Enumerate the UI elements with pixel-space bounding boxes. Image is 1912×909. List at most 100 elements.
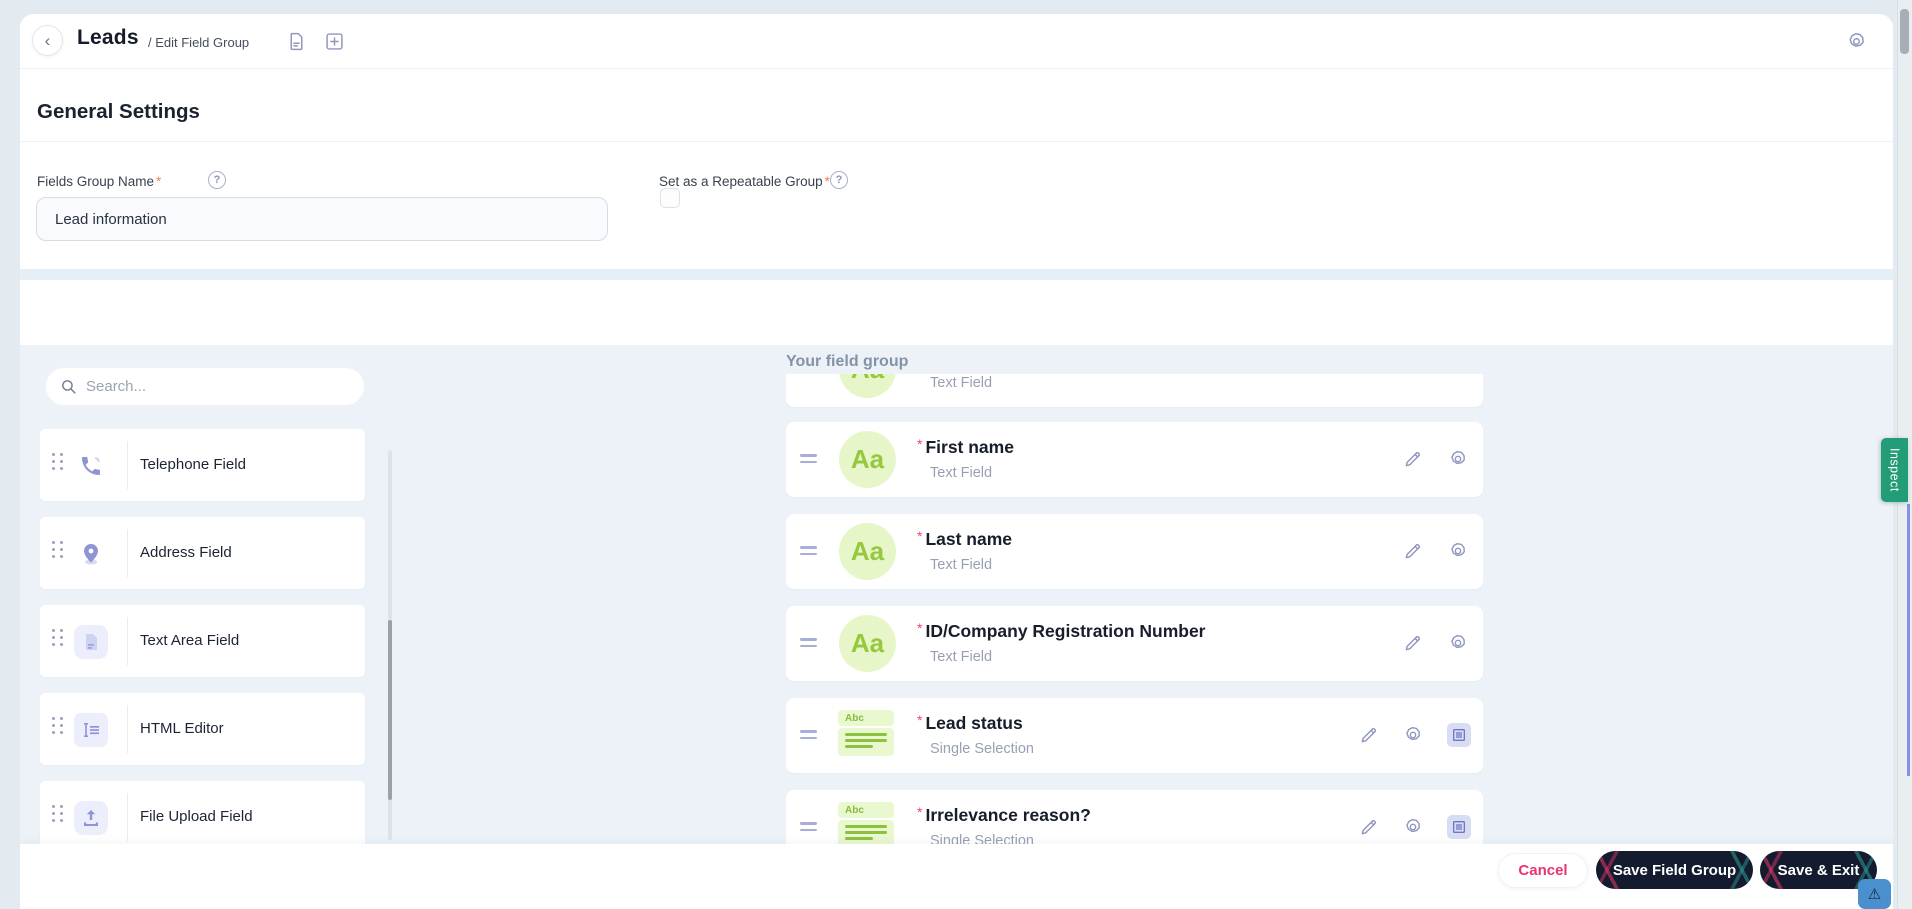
field-row-partial[interactable]: Aa Text Field <box>786 374 1483 407</box>
field-row-first-name[interactable]: Aa * First name Text Field <box>786 422 1483 497</box>
inspect-tab[interactable]: Inspect <box>1881 438 1908 502</box>
text-area-icon <box>72 623 110 661</box>
palette-item-telephone[interactable]: Telephone Field <box>40 429 365 501</box>
field-row-id-company[interactable]: Aa * ID/Company Registration Number Text … <box>786 606 1483 681</box>
drag-handle-icon[interactable] <box>800 454 817 467</box>
main-card: ‹ Leads / Edit Field Group General Setti… <box>20 14 1893 909</box>
divider <box>127 617 128 665</box>
field-type: Text Field <box>930 465 993 481</box>
field-row-lead-status[interactable]: Abc * Lead status Single Selection <box>786 698 1483 773</box>
gear-icon[interactable] <box>1846 31 1867 52</box>
drag-handle-icon[interactable] <box>800 546 817 559</box>
required-marker: * <box>824 174 830 189</box>
help-icon[interactable]: ? <box>830 171 848 189</box>
telephone-icon <box>72 447 110 485</box>
accessibility-warning-button[interactable]: ⚠ <box>1858 879 1891 909</box>
divider <box>127 705 128 753</box>
field-title: Last name <box>925 529 1013 549</box>
field-row-irrelevance-reason[interactable]: Abc * Irrelevance reason? Single Selectio… <box>786 790 1483 844</box>
palette-item-file-upload[interactable]: File Upload Field <box>40 781 365 853</box>
field-title: Lead status <box>925 713 1023 733</box>
section-gap <box>20 269 1893 280</box>
drag-handle-icon[interactable] <box>800 822 817 835</box>
document-icon[interactable] <box>286 31 307 52</box>
required-marker: * <box>156 174 162 189</box>
drag-handle-icon[interactable] <box>800 730 817 743</box>
palette-item-textarea[interactable]: Text Area Field <box>40 605 365 677</box>
warning-icon: ⚠ <box>1867 886 1882 903</box>
field-type: Text Field <box>930 375 993 391</box>
plus-square-icon[interactable] <box>324 31 345 52</box>
chevron-left-icon: ‹ <box>44 30 51 50</box>
field-type: Text Field <box>930 649 993 665</box>
search-icon <box>62 380 76 394</box>
palette-item-label: File Upload Field <box>140 808 253 825</box>
required-marker: * <box>917 620 923 636</box>
edit-pencil-icon[interactable] <box>1403 449 1423 469</box>
settings-gear-icon[interactable] <box>1403 817 1423 837</box>
field-title: Irrelevance reason? <box>925 805 1091 825</box>
drag-handle-icon[interactable] <box>800 638 817 651</box>
text-field-badge: Aa <box>839 431 896 488</box>
group-panel-title: Your field group <box>786 353 909 370</box>
drag-handle-icon[interactable] <box>52 541 63 558</box>
fields-group-name-input[interactable] <box>36 197 608 241</box>
palette-item-label: Telephone Field <box>140 456 246 473</box>
required-marker: * <box>917 528 923 544</box>
required-marker: * <box>917 712 923 728</box>
palette-item-html-editor[interactable]: HTML Editor <box>40 693 365 765</box>
settings-gear-icon[interactable] <box>1448 633 1468 653</box>
text-field-badge: Aa <box>839 615 896 672</box>
drag-handle-icon[interactable] <box>52 717 63 734</box>
footer-bar: Cancel Save Field Group Save & Exit ⚠ <box>20 844 1893 909</box>
edit-pencil-icon[interactable] <box>1359 817 1379 837</box>
field-type: Single Selection <box>930 741 1034 757</box>
help-icon[interactable]: ? <box>208 171 226 189</box>
drag-handle-icon[interactable] <box>52 453 63 470</box>
divider <box>127 529 128 577</box>
field-title: ID/Company Registration Number <box>925 621 1206 641</box>
palette-item-label: Text Area Field <box>140 632 240 649</box>
divider <box>127 441 128 489</box>
palette-item-label: Address Field <box>140 544 232 561</box>
file-upload-icon <box>72 799 110 837</box>
edit-pencil-icon[interactable] <box>1403 541 1423 561</box>
single-selection-badge: Abc <box>838 710 894 762</box>
field-type: Single Selection <box>930 833 1034 844</box>
required-marker: * <box>917 436 923 452</box>
repeatable-group-checkbox[interactable] <box>660 188 680 208</box>
field-title: First name <box>925 437 1014 457</box>
drag-handle-icon[interactable] <box>52 629 63 646</box>
divider <box>20 141 1893 142</box>
text-field-badge: Aa <box>839 374 896 398</box>
fields-section-bar: Fields <box>20 280 1893 589</box>
save-field-group-button[interactable]: Save Field Group <box>1596 851 1753 889</box>
single-selection-badge: Abc <box>838 802 894 844</box>
search-input[interactable] <box>86 378 336 395</box>
settings-gear-icon[interactable] <box>1448 541 1468 561</box>
field-row-last-name[interactable]: Aa * Last name Text Field <box>786 514 1483 589</box>
header: ‹ Leads / Edit Field Group <box>20 14 1893 69</box>
palette-scrollbar-thumb[interactable] <box>388 620 392 800</box>
page-title: Leads <box>77 26 139 49</box>
palette-item-label: HTML Editor <box>140 720 224 737</box>
page: ‹ Leads / Edit Field Group General Setti… <box>0 0 1912 909</box>
location-pin-icon <box>72 535 110 573</box>
settings-gear-icon[interactable] <box>1403 725 1423 745</box>
options-list-icon[interactable] <box>1447 723 1471 747</box>
group-rows: Aa Text Field Aa *First name Text Field <box>786 374 1483 844</box>
required-marker: * <box>917 804 923 820</box>
field-search <box>45 367 365 406</box>
cancel-button[interactable]: Cancel <box>1498 853 1588 888</box>
settings-gear-icon[interactable] <box>1448 449 1468 469</box>
general-settings-heading: General Settings <box>37 100 200 123</box>
page-scrollbar-thumb[interactable] <box>1900 9 1909 54</box>
inspect-panel-edge <box>1907 504 1910 776</box>
fields-group-name-label: Fields Group Name * <box>37 174 162 189</box>
back-button[interactable]: ‹ <box>32 25 63 56</box>
options-list-icon[interactable] <box>1447 815 1471 839</box>
palette-item-address[interactable]: Address Field <box>40 517 365 589</box>
edit-pencil-icon[interactable] <box>1403 633 1423 653</box>
edit-pencil-icon[interactable] <box>1359 725 1379 745</box>
drag-handle-icon[interactable] <box>52 805 63 822</box>
